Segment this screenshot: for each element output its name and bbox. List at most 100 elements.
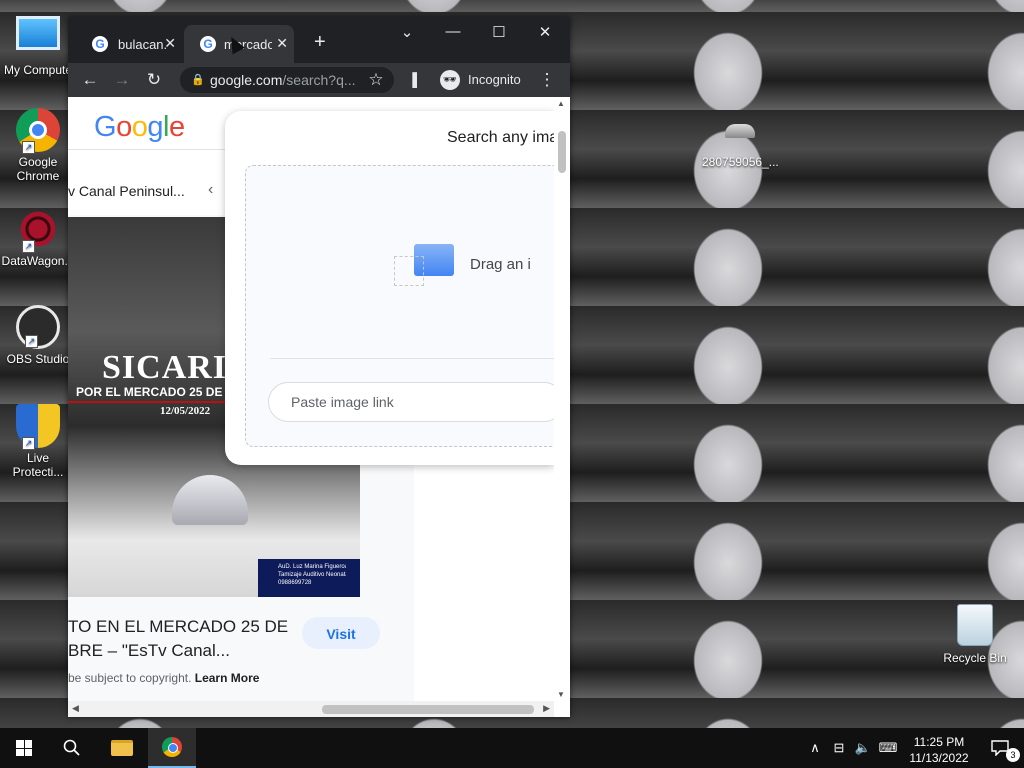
google-favicon-icon: G — [92, 36, 108, 52]
clock[interactable]: 11:25 PM 11/13/2022 — [902, 731, 976, 766]
image-upload-icon — [394, 244, 454, 286]
computer-icon — [16, 16, 60, 60]
preview-ad-banner: AuD. Luz Marina Figueroa Tamizaje Auditi… — [258, 559, 360, 597]
chrome-window: G bulacan. ✕ G mercado ✕ + ⌄ — ☐ ✕ ← → ↻… — [68, 17, 570, 717]
shield-icon: ↗ — [16, 404, 60, 450]
horizontal-scrollbar[interactable]: ◀ ▶ — [68, 701, 554, 717]
forward-button[interactable]: → — [110, 69, 134, 91]
start-button[interactable] — [0, 728, 48, 768]
desktop-icon-label: My Compute — [3, 63, 73, 77]
folder-icon — [111, 740, 133, 756]
clock-time: 11:25 PM — [913, 735, 965, 749]
side-panel-icon[interactable]: ▌ — [405, 69, 429, 91]
result-title[interactable]: TO EN EL MERCADO 25 DE BRE – "EsTv Canal… — [68, 615, 292, 663]
desktop-icon-datawagon[interactable]: ↗ DataWagon... — [0, 207, 76, 268]
new-tab-button[interactable]: + — [314, 31, 326, 54]
copyright-notice: be subject to copyright. Learn More — [68, 671, 259, 685]
tab-search-dropdown-icon[interactable]: ⌄ — [392, 23, 422, 41]
google-favicon-icon: G — [200, 36, 216, 52]
back-button[interactable]: ← — [78, 69, 102, 91]
menu-kebab-icon[interactable]: ⋮ — [535, 69, 559, 91]
desktop-icon-label: OBS Studio — [6, 352, 70, 366]
tab-close-icon[interactable]: ✕ — [276, 35, 288, 52]
dialog-title: Search any ima — [447, 129, 554, 146]
google-logo[interactable]: Google — [94, 111, 185, 144]
search-by-image-dialog: Search any ima Drag an i — [225, 111, 554, 465]
scroll-right-arrow-icon[interactable]: ▶ — [543, 703, 550, 714]
reload-button[interactable]: ↻ — [142, 69, 166, 91]
chevron-left-icon[interactable]: ‹ — [208, 181, 213, 199]
volume-icon[interactable]: 🔈 — [852, 728, 874, 768]
incognito-label: Incognito — [468, 72, 521, 87]
header-divider — [68, 149, 228, 150]
desktop-icon-google-chrome[interactable]: ↗ Google Chrome — [0, 108, 76, 183]
close-window-button[interactable]: ✕ — [530, 23, 560, 41]
preview-ad-line: Tamizaje Auditivo Neonatal — [278, 572, 346, 578]
vertical-scrollbar[interactable]: ▲ ▼ — [554, 97, 570, 701]
desktop-icon-label: DataWagon... — [1, 254, 75, 268]
visit-button[interactable]: Visit — [302, 617, 380, 649]
desktop-icon-live-protection[interactable]: ↗ Live Protecti... — [0, 404, 76, 479]
bookmark-star-icon[interactable]: ☆ — [364, 69, 388, 91]
image-drop-zone[interactable]: Drag an i — [245, 165, 554, 447]
tab-bulacan[interactable]: G bulacan. ✕ — [72, 25, 182, 63]
desktop-icon-label: 280759056_... — [702, 155, 779, 169]
search-button[interactable] — [48, 728, 96, 768]
recycle-bin-icon — [953, 604, 997, 648]
address-bar[interactable]: 🔒 google.com/search?q... — [180, 67, 394, 93]
horizontal-scroll-thumb[interactable] — [322, 705, 534, 714]
desktop-icon-my-computer[interactable]: My Compute — [0, 10, 76, 77]
scroll-up-arrow-icon[interactable]: ▲ — [557, 99, 565, 108]
browser-toolbar: ← → ↻ 🔒 google.com/search?q... ☆ ▌ 🕶 Inc… — [68, 63, 570, 97]
tray-overflow-chevron-icon[interactable]: ∧ — [805, 728, 825, 768]
desktop-icon-image-file[interactable]: 280759056_... — [702, 124, 779, 169]
preview-ad-line: AuD. Luz Marina Figueroa — [278, 564, 346, 570]
incognito-icon: 🕶 — [440, 70, 460, 90]
source-site-name[interactable]: v Canal Peninsul... — [68, 171, 228, 211]
learn-more-link[interactable]: Learn More — [195, 671, 260, 685]
drop-zone-text: Drag an i — [470, 256, 531, 273]
minimize-button[interactable]: — — [438, 23, 468, 40]
preview-date: 12/05/2022 — [160, 405, 211, 417]
preview-subtitle: POR EL MERCADO 25 DE S — [76, 385, 234, 399]
preview-ad-line: 0988699728 — [278, 580, 312, 586]
desktop-icon-label: Recycle Bin — [943, 651, 1007, 665]
notification-count-badge: 3 — [1006, 748, 1020, 762]
tab-strip: G bulacan. ✕ G mercado ✕ + ⌄ — ☐ ✕ — [68, 17, 570, 63]
desktop-icon-label: Google Chrome — [16, 155, 60, 183]
vertical-scroll-thumb[interactable] — [558, 131, 566, 173]
taskbar: ∧ ⊟ 🔈 ⌨ 11:25 PM 11/13/2022 3 — [0, 728, 1024, 768]
search-icon — [63, 739, 80, 756]
tab-label: bulacan. — [118, 36, 166, 52]
maximize-button[interactable]: ☐ — [484, 23, 514, 41]
result-title-line: BRE – "EsTv Canal... — [68, 641, 230, 660]
result-title-line: TO EN EL MERCADO 25 DE — [68, 617, 289, 636]
url-host: google.com — [210, 72, 283, 88]
taskbar-file-explorer[interactable] — [98, 728, 146, 768]
scroll-left-arrow-icon[interactable]: ◀ — [72, 703, 79, 714]
paste-image-link-input[interactable] — [268, 382, 554, 422]
dropzone-divider — [270, 358, 554, 359]
notification-center-button[interactable]: 3 — [976, 728, 1024, 768]
page-content: Google v Canal Peninsul... ‹ SICARIA POR… — [68, 97, 554, 701]
scroll-down-arrow-icon[interactable]: ▼ — [557, 690, 565, 699]
obs-icon: ↗ — [16, 305, 60, 349]
chrome-icon: ↗ — [16, 108, 60, 154]
image-file-icon — [718, 124, 762, 152]
tab-close-icon[interactable]: ✕ — [164, 35, 176, 52]
desktop-icon-label: Live Protecti... — [12, 451, 64, 479]
taskbar-chrome[interactable] — [148, 728, 196, 768]
clock-date: 11/13/2022 — [909, 751, 969, 765]
desktop-icon-obs-studio[interactable]: ↗ OBS Studio — [0, 305, 76, 366]
datawagon-icon: ↗ — [16, 207, 60, 253]
chrome-icon — [162, 737, 182, 757]
copyright-text: be subject to copyright. — [68, 671, 192, 685]
incognito-profile-button[interactable]: 🕶 Incognito — [436, 67, 531, 93]
network-icon[interactable]: ⊟ — [828, 728, 850, 768]
keyboard-icon[interactable]: ⌨ — [876, 728, 900, 768]
desktop-icon-recycle-bin[interactable]: Recycle Bin — [937, 604, 1013, 665]
windows-logo-icon — [16, 740, 32, 756]
url-path: /search?q... — [282, 72, 356, 88]
lock-icon: 🔒 — [191, 74, 205, 86]
preview-helmet-shape — [172, 475, 248, 525]
